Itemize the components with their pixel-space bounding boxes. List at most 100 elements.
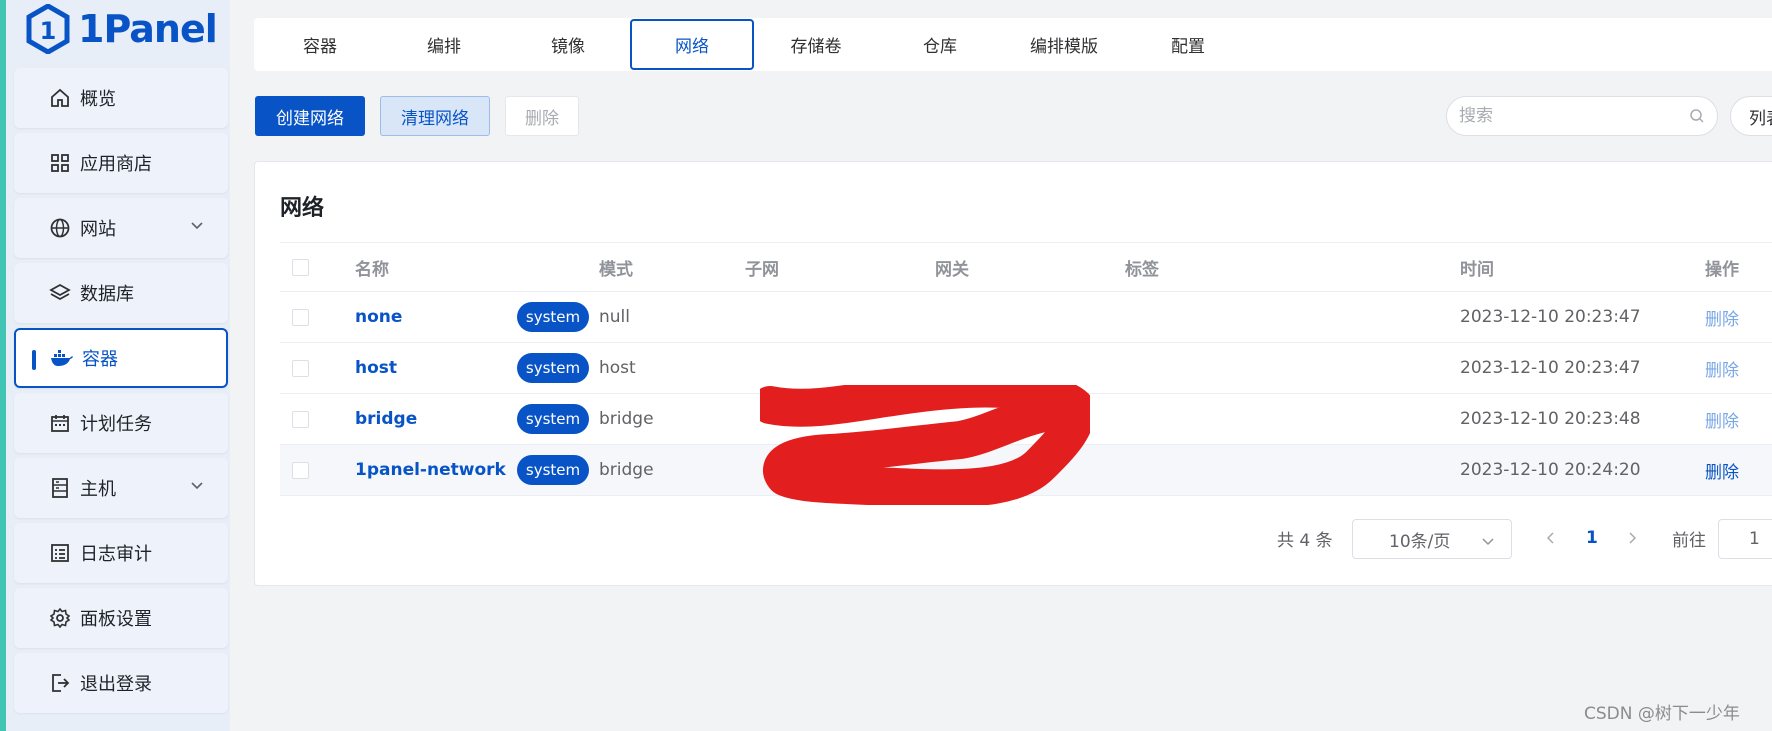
tab-repositories[interactable]: 仓库 — [878, 19, 1002, 70]
tab-networks[interactable]: 网络 — [630, 19, 754, 70]
delete-row-button[interactable]: 删除 — [1705, 292, 1739, 342]
network-mode: bridge — [599, 460, 654, 480]
server-icon — [48, 476, 72, 500]
watermark: CSDN @树下一少年 — [1584, 704, 1740, 724]
network-mode: bridge — [599, 409, 654, 429]
sidebar-item-website[interactable]: 网站 — [14, 198, 228, 258]
sidebar-item-overview[interactable]: 概览 — [14, 68, 228, 128]
sidebar-item-host[interactable]: 主机 — [14, 458, 228, 518]
list-view-button[interactable]: 列表 — [1730, 96, 1772, 136]
tab-compose[interactable]: 编排 — [382, 19, 506, 70]
sidebar-item-label: 主机 — [80, 479, 116, 500]
tab-images[interactable]: 镜像 — [506, 19, 630, 70]
select-all-checkbox[interactable] — [292, 258, 309, 276]
sidebar-item-cron[interactable]: 计划任务 — [14, 393, 228, 453]
logo-icon: 1 — [26, 4, 70, 54]
sidebar-item-label: 日志审计 — [80, 544, 152, 565]
log-icon — [48, 541, 72, 565]
sidebar-item-database[interactable]: 数据库 — [14, 263, 228, 323]
system-tag: system — [517, 302, 589, 332]
column-labels: 标签 — [1125, 259, 1159, 280]
prune-network-button[interactable]: 清理网络 — [380, 96, 490, 136]
sidebar-item-settings[interactable]: 面板设置 — [14, 588, 228, 648]
next-page-button[interactable] — [1625, 517, 1639, 559]
active-indicator — [32, 350, 36, 370]
network-name-link[interactable]: none — [355, 292, 402, 342]
delete-row-button[interactable]: 删除 — [1705, 343, 1739, 393]
sidebar-item-logout[interactable]: 退出登录 — [14, 653, 228, 713]
sidebar-item-label: 面板设置 — [80, 609, 152, 630]
card-title: 网络 — [280, 196, 325, 221]
search-icon[interactable] — [1689, 108, 1705, 124]
sidebar-item-label: 数据库 — [80, 284, 134, 305]
network-time: 2023-12-10 20:23:47 — [1460, 358, 1641, 378]
search-input[interactable] — [1459, 106, 1689, 126]
table-header: 名称 模式 子网 网关 标签 时间 操作 — [280, 242, 1772, 292]
network-name-link[interactable]: bridge — [355, 394, 417, 444]
network-mode: null — [599, 307, 630, 327]
layers-icon — [48, 281, 72, 305]
network-name-link[interactable]: 1panel-network — [355, 445, 506, 495]
container-tabs: 容器 编排 镜像 网络 存储卷 仓库 编排模版 配置 — [254, 18, 1772, 71]
sidebar-item-label: 网站 — [80, 219, 116, 240]
row-checkbox[interactable] — [292, 359, 309, 377]
delete-row-button[interactable]: 删除 — [1705, 445, 1739, 495]
chevron-left-icon — [1546, 532, 1554, 544]
sidebar-item-label: 概览 — [80, 89, 116, 110]
network-name-link[interactable]: host — [355, 343, 397, 393]
row-checkbox[interactable] — [292, 308, 309, 326]
table-row: none system null 2023-12-10 20:23:47 删除 — [280, 292, 1772, 343]
globe-icon — [48, 216, 72, 240]
grid-icon — [48, 151, 72, 175]
chevron-down-icon — [191, 222, 203, 230]
network-time: 2023-12-10 20:23:48 — [1460, 409, 1641, 429]
system-tag: system — [517, 353, 589, 383]
page-number-current[interactable]: 1 — [1586, 517, 1598, 559]
tab-compose-templates[interactable]: 编排模版 — [1002, 19, 1126, 70]
sidebar-menu: 概览 应用商店 网站 数据库 容器 计划任务 主机 日志审计 面板设置 退出登录 — [14, 68, 228, 718]
tab-config[interactable]: 配置 — [1126, 19, 1250, 70]
system-tag: system — [517, 404, 589, 434]
prev-page-button[interactable] — [1544, 517, 1558, 559]
page-size-value: 10条/页 — [1389, 531, 1451, 552]
page-size-select[interactable]: 10条/页 — [1352, 519, 1512, 559]
tab-volumes[interactable]: 存储卷 — [754, 19, 878, 70]
goto-page-input[interactable]: 1 — [1718, 519, 1772, 559]
column-mode: 模式 — [599, 259, 633, 280]
chevron-down-icon — [1482, 538, 1494, 546]
sidebar-item-label: 容器 — [82, 349, 118, 370]
docker-icon — [50, 346, 74, 370]
row-checkbox[interactable] — [292, 410, 309, 428]
network-time: 2023-12-10 20:24:20 — [1460, 460, 1641, 480]
network-time: 2023-12-10 20:23:47 — [1460, 307, 1641, 327]
calendar-icon — [48, 411, 72, 435]
system-tag: system — [517, 455, 589, 485]
column-time: 时间 — [1460, 259, 1494, 280]
svg-text:1: 1 — [40, 17, 57, 45]
column-name: 名称 — [355, 259, 389, 280]
column-gateway: 网关 — [935, 259, 969, 280]
sidebar-item-label: 计划任务 — [80, 414, 152, 435]
sidebar: 1 1Panel 概览 应用商店 网站 数据库 容器 计划任务 主机 日志审计 … — [0, 0, 230, 731]
sidebar-item-container[interactable]: 容器 — [14, 328, 228, 388]
delete-button[interactable]: 删除 — [505, 96, 579, 136]
redaction-scribble — [760, 385, 1090, 505]
chevron-right-icon — [1629, 532, 1637, 544]
create-network-button[interactable]: 创建网络 — [255, 96, 365, 136]
pagination-total: 共 4 条 — [1277, 530, 1333, 551]
logo-text: 1Panel — [78, 7, 218, 51]
sidebar-item-label: 应用商店 — [80, 154, 152, 175]
gear-icon — [48, 606, 72, 630]
sidebar-item-label: 退出登录 — [80, 674, 152, 695]
row-checkbox[interactable] — [292, 461, 309, 479]
chevron-down-icon — [191, 482, 203, 490]
app-logo[interactable]: 1 1Panel — [26, 0, 226, 58]
sidebar-item-log-audit[interactable]: 日志审计 — [14, 523, 228, 583]
logout-icon — [48, 671, 72, 695]
column-ops: 操作 — [1705, 259, 1739, 280]
delete-row-button[interactable]: 删除 — [1705, 394, 1739, 444]
search-box — [1446, 96, 1718, 136]
sidebar-item-app-store[interactable]: 应用商店 — [14, 133, 228, 193]
column-subnet: 子网 — [745, 259, 779, 280]
tab-containers[interactable]: 容器 — [258, 19, 382, 70]
